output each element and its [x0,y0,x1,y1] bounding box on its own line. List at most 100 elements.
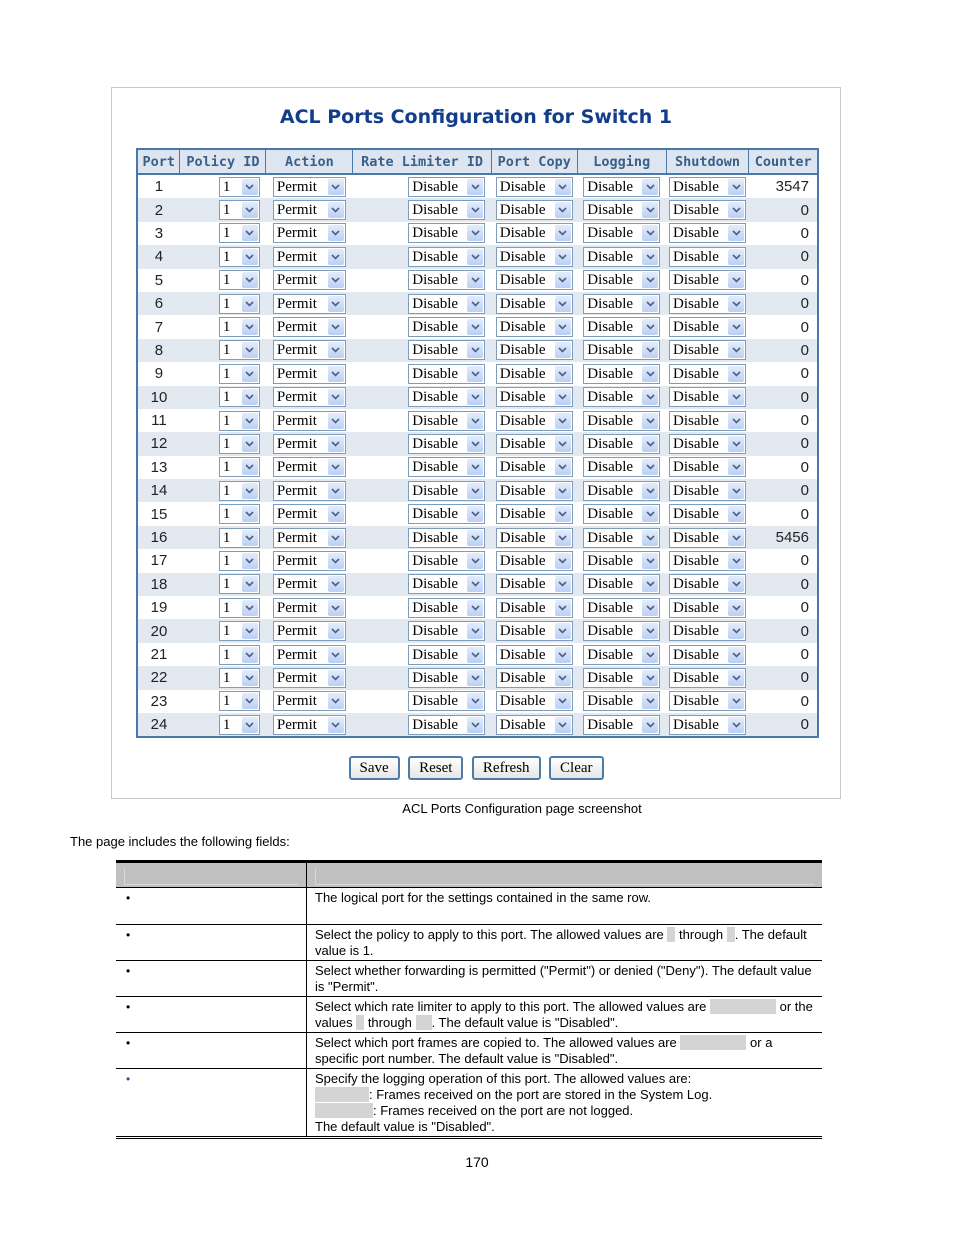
logging-select[interactable]: Disable [583,200,661,221]
chevron-down-icon[interactable] [327,552,344,569]
chevron-down-icon[interactable] [728,576,745,593]
policy-id-select[interactable]: 1 [218,457,260,478]
chevron-down-icon[interactable] [642,599,659,616]
shutdown-select[interactable]: Disable [669,504,747,525]
chevron-down-icon[interactable] [467,248,484,265]
chevron-down-icon[interactable] [241,669,258,686]
chevron-down-icon[interactable] [327,202,344,219]
rate-limiter-select[interactable]: Disable [408,597,486,618]
rate-limiter-select[interactable]: Disable [408,340,486,361]
action-select[interactable]: Permit [272,527,346,548]
shutdown-select[interactable]: Disable [669,246,747,267]
chevron-down-icon[interactable] [241,178,258,195]
rate-limiter-select[interactable]: Disable [408,480,486,501]
rate-limiter-select[interactable]: Disable [408,527,486,548]
port-copy-select[interactable]: Disable [495,550,573,571]
chevron-down-icon[interactable] [327,529,344,546]
policy-id-select[interactable]: 1 [218,714,260,735]
chevron-down-icon[interactable] [467,646,484,663]
policy-id-select[interactable]: 1 [218,293,260,314]
port-copy-select[interactable]: Disable [495,667,573,688]
logging-select[interactable]: Disable [583,410,661,431]
port-copy-select[interactable]: Disable [495,176,573,197]
shutdown-select[interactable]: Disable [669,387,747,408]
action-select[interactable]: Permit [272,597,346,618]
chevron-down-icon[interactable] [467,599,484,616]
logging-select[interactable]: Disable [583,433,661,454]
port-copy-select[interactable]: Disable [495,691,573,712]
chevron-down-icon[interactable] [467,202,484,219]
chevron-down-icon[interactable] [728,319,745,336]
policy-id-select[interactable]: 1 [218,410,260,431]
logging-select[interactable]: Disable [583,574,661,595]
chevron-down-icon[interactable] [327,225,344,242]
chevron-down-icon[interactable] [642,529,659,546]
action-select[interactable]: Permit [272,223,346,244]
policy-id-select[interactable]: 1 [218,667,260,688]
port-copy-select[interactable]: Disable [495,504,573,525]
policy-id-select[interactable]: 1 [218,597,260,618]
chevron-down-icon[interactable] [642,646,659,663]
chevron-down-icon[interactable] [554,389,571,406]
chevron-down-icon[interactable] [241,459,258,476]
logging-select[interactable]: Disable [583,691,661,712]
shutdown-select[interactable]: Disable [669,457,747,478]
chevron-down-icon[interactable] [241,623,258,640]
chevron-down-icon[interactable] [467,716,484,733]
chevron-down-icon[interactable] [327,646,344,663]
logging-select[interactable]: Disable [583,246,661,267]
action-select[interactable]: Permit [272,363,346,384]
chevron-down-icon[interactable] [327,248,344,265]
chevron-down-icon[interactable] [642,435,659,452]
chevron-down-icon[interactable] [554,482,571,499]
chevron-down-icon[interactable] [241,295,258,312]
chevron-down-icon[interactable] [728,272,745,289]
chevron-down-icon[interactable] [728,225,745,242]
port-copy-select[interactable]: Disable [495,574,573,595]
chevron-down-icon[interactable] [467,225,484,242]
policy-id-select[interactable]: 1 [218,621,260,642]
chevron-down-icon[interactable] [554,248,571,265]
chevron-down-icon[interactable] [241,552,258,569]
rate-limiter-select[interactable]: Disable [408,433,486,454]
chevron-down-icon[interactable] [327,669,344,686]
chevron-down-icon[interactable] [642,459,659,476]
chevron-down-icon[interactable] [327,342,344,359]
chevron-down-icon[interactable] [327,389,344,406]
chevron-down-icon[interactable] [327,459,344,476]
logging-select[interactable]: Disable [583,293,661,314]
chevron-down-icon[interactable] [467,435,484,452]
rate-limiter-select[interactable]: Disable [408,574,486,595]
refresh-button[interactable]: Refresh [471,756,541,780]
shutdown-select[interactable]: Disable [669,597,747,618]
policy-id-select[interactable]: 1 [218,387,260,408]
chevron-down-icon[interactable] [642,576,659,593]
rate-limiter-select[interactable]: Disable [408,246,486,267]
chevron-down-icon[interactable] [327,623,344,640]
policy-id-select[interactable]: 1 [218,691,260,712]
policy-id-select[interactable]: 1 [218,504,260,525]
port-copy-select[interactable]: Disable [495,621,573,642]
chevron-down-icon[interactable] [642,272,659,289]
chevron-down-icon[interactable] [327,576,344,593]
logging-select[interactable]: Disable [583,457,661,478]
logging-select[interactable]: Disable [583,597,661,618]
port-copy-select[interactable]: Disable [495,293,573,314]
chevron-down-icon[interactable] [467,693,484,710]
action-select[interactable]: Permit [272,200,346,221]
chevron-down-icon[interactable] [642,412,659,429]
chevron-down-icon[interactable] [554,623,571,640]
chevron-down-icon[interactable] [467,178,484,195]
chevron-down-icon[interactable] [642,365,659,382]
rate-limiter-select[interactable]: Disable [408,691,486,712]
chevron-down-icon[interactable] [554,646,571,663]
chevron-down-icon[interactable] [728,342,745,359]
logging-select[interactable]: Disable [583,176,661,197]
chevron-down-icon[interactable] [554,669,571,686]
chevron-down-icon[interactable] [241,576,258,593]
chevron-down-icon[interactable] [728,646,745,663]
chevron-down-icon[interactable] [241,342,258,359]
port-copy-select[interactable]: Disable [495,363,573,384]
policy-id-select[interactable]: 1 [218,363,260,384]
policy-id-select[interactable]: 1 [218,550,260,571]
